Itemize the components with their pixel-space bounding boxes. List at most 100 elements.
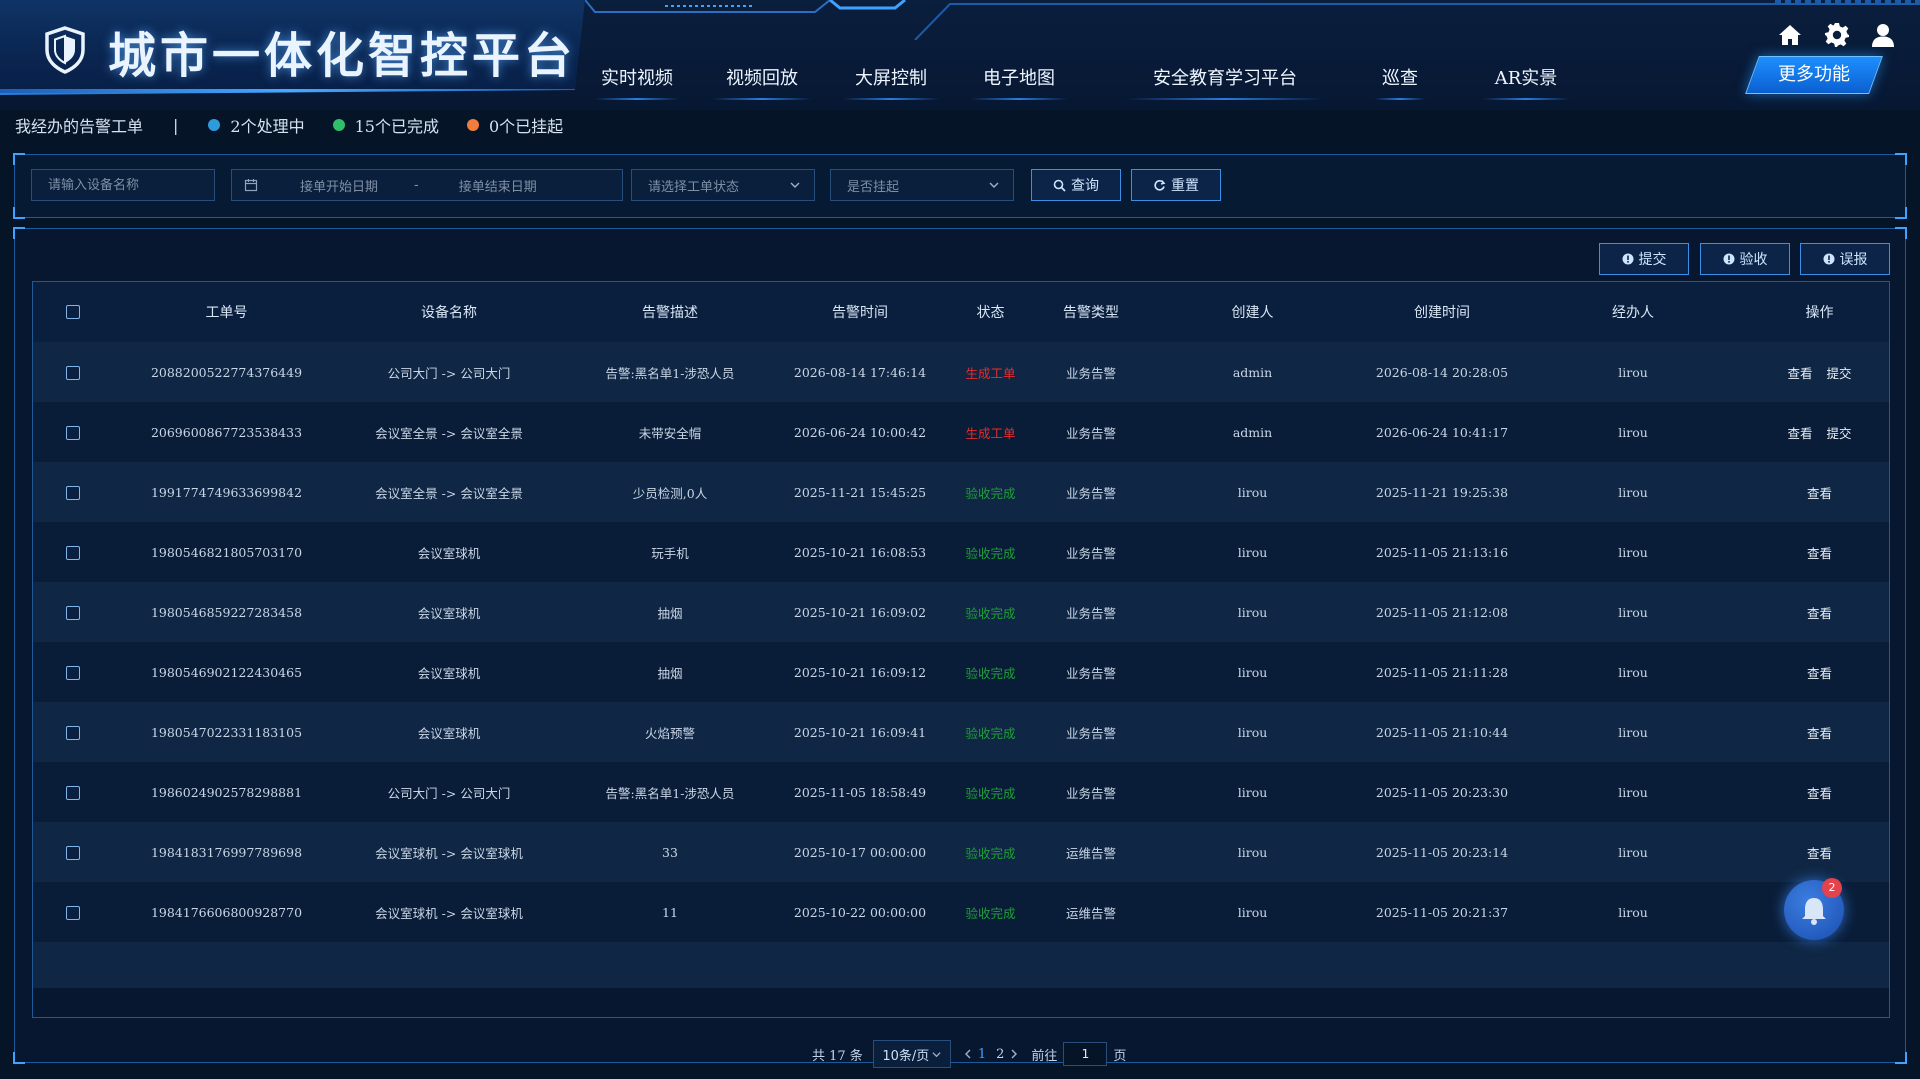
cell-actions: 查看 [1748, 522, 1889, 582]
more-functions-button[interactable]: 更多功能 [1745, 56, 1883, 94]
nav-item-video-playback[interactable]: 视频回放 [713, 52, 811, 100]
cell-select [33, 822, 113, 882]
cell-handler: lirou [1518, 522, 1748, 582]
goto-label: 前往 [1031, 1048, 1058, 1064]
page-size-select[interactable]: 10条/页 [872, 1040, 951, 1068]
cell-device: 会议室全景 -> 会议室全景 [340, 402, 558, 462]
reset-button[interactable]: 重置 [1131, 169, 1221, 201]
cell-alarm-time: 2025-11-05 18:58:49 [782, 762, 938, 822]
view-link[interactable]: 查看 [1787, 426, 1812, 441]
cell-device: 会议室全景 -> 会议室全景 [340, 462, 558, 522]
table-row[interactable]: 1980546902122430465 会议室球机 抽烟 2025-10-21 16:… [33, 642, 1889, 702]
nav-item-ar-scene[interactable]: AR实景 [1483, 52, 1569, 100]
gear-icon[interactable] [1824, 22, 1850, 48]
header-select-all [33, 282, 113, 342]
completed-dot-icon [332, 119, 345, 131]
submit-link[interactable]: 提交 [1827, 366, 1852, 381]
view-link[interactable]: 查看 [1807, 606, 1832, 621]
row-checkbox[interactable] [66, 605, 80, 620]
table-row[interactable]: 1986024902578298881 公司大门 -> 公司大门 告警:黑名单1-涉… [33, 762, 1889, 822]
status-select[interactable]: 请选择工单状态 [631, 169, 815, 201]
suspend-select-placeholder: 是否挂起 [847, 179, 900, 195]
cell-description: 玩手机 [558, 522, 782, 582]
row-checkbox[interactable] [66, 725, 80, 740]
table-row[interactable]: 1980546859227283458 会议室球机 抽烟 2025-10-21 16:… [33, 582, 1889, 642]
row-checkbox[interactable] [66, 845, 80, 860]
cell-device: 会议室球机 [340, 582, 558, 642]
home-icon[interactable] [1777, 22, 1803, 48]
select-all-checkbox[interactable] [66, 305, 80, 319]
refresh-icon [1154, 179, 1166, 191]
nav-item-screen-control[interactable]: 大屏控制 [843, 52, 939, 100]
cell-device: 会议室球机 [340, 522, 558, 582]
device-name-input[interactable] [48, 177, 214, 193]
view-link[interactable]: 查看 [1807, 726, 1832, 741]
table-row[interactable]: 1980547022331183105 会议室球机 火焰预警 2025-10-21 1… [33, 702, 1889, 762]
submit-button[interactable]: 提交 [1599, 243, 1689, 275]
cell-handler: lirou [1518, 882, 1748, 942]
cell-alarm-type: 业务告警 [1043, 582, 1139, 642]
table-row[interactable]: 1980546821805703170 会议室球机 玩手机 2025-10-21 16… [33, 522, 1889, 582]
date-range-field[interactable]: 接单开始日期 - 接单结束日期 [231, 169, 623, 201]
end-date-placeholder[interactable]: 接单结束日期 [459, 176, 537, 195]
accept-button[interactable]: 验收 [1700, 243, 1790, 275]
cell-created-time: 2025-11-05 21:12:08 [1366, 582, 1518, 642]
start-date-placeholder[interactable]: 接单开始日期 [300, 176, 378, 195]
cell-status: 验收完成 [938, 702, 1043, 762]
nav-item-realtime-video[interactable]: 实时视频 [595, 52, 679, 100]
cell-status: 验收完成 [938, 582, 1043, 642]
cell-creator: lirou [1139, 762, 1366, 822]
cell-creator: lirou [1139, 882, 1366, 942]
query-button[interactable]: 查询 [1031, 169, 1121, 201]
chevron-left-icon[interactable] [963, 1049, 973, 1059]
table-body: 2088200522774376449 公司大门 -> 公司大门 告警:黑名单1-涉… [33, 342, 1889, 988]
row-checkbox[interactable] [66, 665, 80, 680]
nav-item-safety-education[interactable]: 安全教育学习平台 [1127, 52, 1323, 100]
nav-item-electronic-map[interactable]: 电子地图 [971, 52, 1067, 100]
table-row[interactable]: 1984176606800928770 会议室球机 -> 会议室球机 11 2025-… [33, 882, 1889, 942]
table-row[interactable]: 2069600867723538433 会议室全景 -> 会议室全景 未带安全帽 20… [33, 402, 1889, 462]
table-row[interactable]: 1984183176997789698 会议室球机 -> 会议室球机 33 2025-… [33, 822, 1889, 882]
cell-alarm-type: 业务告警 [1043, 762, 1139, 822]
cell-description: 抽烟 [558, 582, 782, 642]
cell-select [33, 522, 113, 582]
cell-description: 11 [558, 882, 782, 942]
cell-description: 33 [558, 822, 782, 882]
cell-description: 告警:黑名单1-涉恐人员 [558, 762, 782, 822]
cell-created-time: 2026-06-24 10:41:17 [1366, 402, 1518, 462]
row-checkbox[interactable] [66, 545, 80, 560]
cell-order-id: 1991774749633699842 [113, 462, 340, 522]
view-link[interactable]: 查看 [1787, 366, 1812, 381]
view-link[interactable]: 查看 [1807, 846, 1832, 861]
table-row[interactable]: 1991774749633699842 会议室全景 -> 会议室全景 少员检测,0人… [33, 462, 1889, 522]
notification-bell-button[interactable]: 2 [1784, 878, 1844, 940]
chevron-right-icon[interactable] [1009, 1049, 1019, 1059]
cell-actions: 查看 [1748, 582, 1889, 642]
cell-description: 未带安全帽 [558, 402, 782, 462]
view-link[interactable]: 查看 [1807, 546, 1832, 561]
submit-button-label: 提交 [1638, 252, 1667, 268]
cell-actions: 查看 提交 [1748, 402, 1889, 462]
view-link[interactable]: 查看 [1807, 786, 1832, 801]
nav-item-patrol[interactable]: 巡查 [1375, 52, 1425, 100]
suspend-select[interactable]: 是否挂起 [830, 169, 1014, 201]
false-report-button[interactable]: 误报 [1800, 243, 1890, 275]
row-checkbox[interactable] [66, 485, 80, 500]
submit-link[interactable]: 提交 [1827, 426, 1852, 441]
table-row[interactable]: 2088200522774376449 公司大门 -> 公司大门 告警:黑名单1-涉… [33, 342, 1889, 402]
total-count: 共 17 条 [812, 1048, 863, 1064]
status-select-placeholder: 请选择工单状态 [648, 179, 740, 195]
row-checkbox[interactable] [66, 365, 80, 380]
column-header-created-time: 创建时间 [1366, 282, 1518, 342]
page-size-label: 10条/页 [882, 1048, 930, 1064]
row-checkbox[interactable] [66, 425, 80, 440]
user-icon[interactable] [1870, 22, 1896, 48]
goto-page-input[interactable] [1063, 1042, 1108, 1066]
row-checkbox[interactable] [66, 785, 80, 800]
page-number-2[interactable]: 2 [996, 1047, 1004, 1062]
page-number-1[interactable]: 1 [978, 1047, 986, 1062]
view-link[interactable]: 查看 [1807, 666, 1832, 681]
cell-alarm-time: 2025-10-22 00:00:00 [782, 882, 938, 942]
view-link[interactable]: 查看 [1807, 486, 1832, 501]
row-checkbox[interactable] [66, 905, 80, 920]
